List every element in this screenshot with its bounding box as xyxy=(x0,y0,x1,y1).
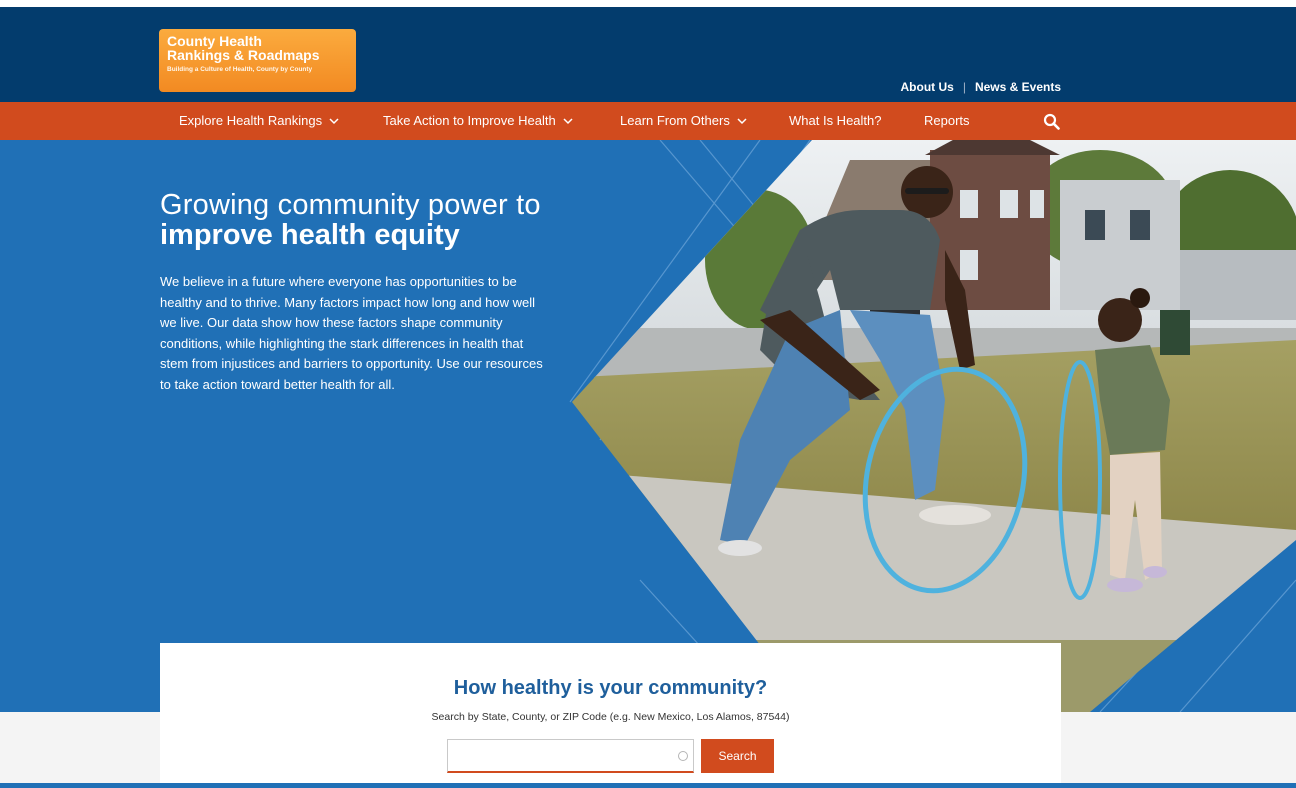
chevron-down-icon xyxy=(329,118,339,125)
main-nav: Explore Health Rankings Take Action to I… xyxy=(0,102,1296,140)
site-header: County Health Rankings & Roadmaps Buildi… xyxy=(0,7,1296,102)
news-events-link[interactable]: News & Events xyxy=(975,80,1061,94)
site-logo[interactable]: County Health Rankings & Roadmaps Buildi… xyxy=(159,29,356,92)
location-search-input[interactable] xyxy=(447,739,694,773)
hero-headline: Growing community power to improve healt… xyxy=(160,190,580,250)
chevron-down-icon xyxy=(563,118,573,125)
nav-reports[interactable]: Reports xyxy=(924,102,970,140)
nav-learn-from-others[interactable]: Learn From Others xyxy=(620,102,748,140)
logo-tagline: Building a Culture of Health, County by … xyxy=(167,66,313,73)
utility-separator: | xyxy=(962,80,966,94)
search-button[interactable]: Search xyxy=(701,739,774,773)
nav-item-label: Explore Health Rankings xyxy=(179,113,323,128)
utility-nav: About Us | News & Events xyxy=(901,80,1062,94)
hero-headline-bold: improve health equity xyxy=(160,219,460,251)
search-hint: Search by State, County, or ZIP Code (e.… xyxy=(431,711,790,723)
logo-line-1: County Health xyxy=(167,33,262,49)
nav-item-label: Take Action to Improve Health xyxy=(383,113,556,128)
nav-item-label: Learn From Others xyxy=(620,113,730,128)
nav-what-is-health[interactable]: What Is Health? xyxy=(789,102,882,140)
top-strip xyxy=(0,0,1296,7)
input-status-icon xyxy=(678,751,688,761)
bottom-strip xyxy=(0,783,1296,788)
nav-take-action[interactable]: Take Action to Improve Health xyxy=(383,102,574,140)
hero-section: Growing community power to improve healt… xyxy=(0,140,1296,712)
hero-headline-light: Growing community power to xyxy=(160,189,541,221)
nav-item-label: Reports xyxy=(924,113,970,128)
search-heading: How healthy is your community? xyxy=(453,677,768,699)
search-icon[interactable] xyxy=(1043,113,1060,130)
nav-explore-health-rankings[interactable]: Explore Health Rankings xyxy=(179,102,340,140)
logo-line-2: Rankings & Roadmaps xyxy=(167,47,320,63)
nav-item-label: What Is Health? xyxy=(789,113,882,128)
about-us-link[interactable]: About Us xyxy=(901,80,954,94)
community-search-card: How healthy is your community? Search by… xyxy=(160,643,1061,783)
hero-body-text: We believe in a future where everyone ha… xyxy=(160,274,543,392)
chevron-down-icon xyxy=(737,118,747,125)
